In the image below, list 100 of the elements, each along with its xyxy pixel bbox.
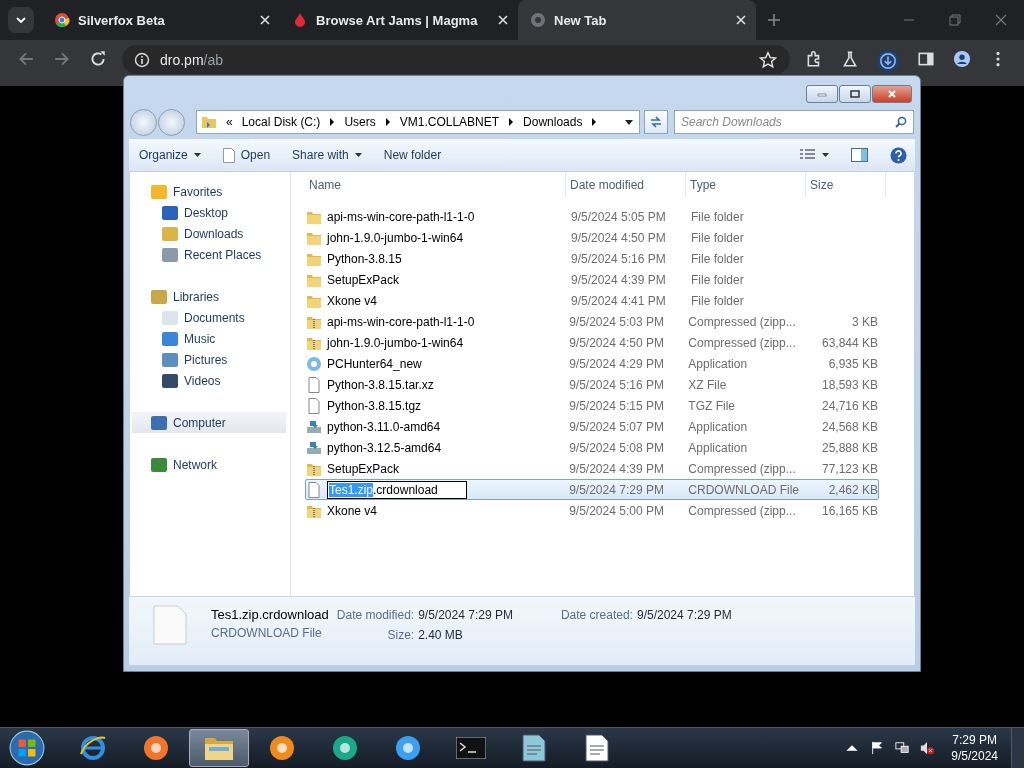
type-cell-text: File folder xyxy=(690,251,745,266)
column-header[interactable]: Type xyxy=(686,172,806,197)
nav-item[interactable]: Videos xyxy=(132,370,290,391)
clock[interactable]: 7:29 PM 9/5/2024 xyxy=(941,733,1008,763)
refresh-button[interactable] xyxy=(644,110,668,134)
breadcrumb-item[interactable]: « xyxy=(226,115,233,129)
rename-field[interactable]: Tes1.zip.crdownload xyxy=(327,480,467,499)
file-row[interactable]: Tes1.zip.crdownload 9/5/2024 7:29 PM CRDOWNLOAD File 2,462 KB xyxy=(305,479,879,500)
close-button[interactable] xyxy=(872,85,912,103)
minimize-button[interactable] xyxy=(806,85,838,103)
type-cell-text: Application xyxy=(687,356,749,371)
type-cell-text: TGZ File xyxy=(687,398,736,413)
nav-item[interactable]: Favorites xyxy=(132,181,290,202)
download-icon[interactable] xyxy=(877,50,899,72)
preview-pane-button[interactable] xyxy=(851,148,868,162)
breadcrumb-bar[interactable]: « Local Disk (C:) Users VM1.COLLABNET Downloads xyxy=(196,110,640,134)
column-header[interactable]: Date modified xyxy=(566,172,686,197)
tab-list-button[interactable] xyxy=(8,7,34,33)
date-cell-text: 9/5/2024 4:50 PM xyxy=(570,230,667,245)
file-row[interactable]: john-1.9.0-jumbo-1-win64 9/5/2024 4:50 PM File folder xyxy=(305,227,879,248)
nav-item[interactable]: Recent Places xyxy=(132,244,290,265)
nav-item[interactable]: Computer xyxy=(132,412,286,433)
date-cell-text: 9/5/2024 5:16 PM xyxy=(570,251,667,266)
file-name: api-ms-win-core-path-l1-1-0 xyxy=(327,209,475,224)
file-type: CRDOWNLOAD File xyxy=(211,626,323,640)
dropdown-arrow-icon[interactable] xyxy=(625,119,633,125)
forward-icon[interactable] xyxy=(53,50,71,68)
toolbar-button[interactable]: New folder xyxy=(383,148,442,162)
file-row[interactable]: api-ms-win-core-path-l1-1-0 9/5/2024 5:05 PM File folder xyxy=(305,206,879,227)
volume-muted-icon[interactable] xyxy=(920,741,935,755)
file-name: python-3.11.0-amd64 xyxy=(327,419,441,434)
date-cell-text: 9/5/2024 5:16 PM xyxy=(568,377,665,392)
file-row[interactable]: Xkone v4 9/5/2024 4:41 PM File folder xyxy=(305,290,879,311)
column-header[interactable]: Size xyxy=(806,172,886,197)
file-name: api-ms-win-core-path-l1-1-0 xyxy=(327,314,475,329)
date-cell-text: 9/5/2024 5:08 PM xyxy=(568,440,665,455)
browser-tab[interactable]: Browse Art Jams | Magma xyxy=(280,0,518,40)
file-row[interactable]: python-3.12.5-amd64 9/5/2024 5:08 PM Application 25,888 KB xyxy=(305,437,879,458)
file-row[interactable]: Python-3.8.15 9/5/2024 5:16 PM File folder xyxy=(305,248,879,269)
toolbar-button[interactable]: Share with xyxy=(292,148,362,162)
details-view-icon xyxy=(800,149,816,161)
breadcrumb-item[interactable]: Local Disk (C:) xyxy=(241,115,321,129)
nav-item[interactable]: Libraries xyxy=(132,286,290,307)
nav-item[interactable]: Desktop xyxy=(132,202,290,223)
chevron-right-icon[interactable] xyxy=(329,118,336,126)
file-row[interactable]: Python-3.8.15.tgz 9/5/2024 5:15 PM TGZ File 24,716 KB xyxy=(305,395,879,416)
chevron-right-icon[interactable] xyxy=(384,118,391,126)
size-cell-text: 18,593 KB xyxy=(820,377,878,392)
breadcrumb-item[interactable]: Users xyxy=(344,115,376,129)
profile-icon[interactable] xyxy=(953,50,971,68)
help-button[interactable] xyxy=(890,146,907,164)
new-tab-icon[interactable] xyxy=(768,14,780,26)
file-name: Xkone v4 xyxy=(327,503,378,518)
file-name: john-1.9.0-jumbo-1-win64 xyxy=(327,230,464,245)
restore-icon[interactable] xyxy=(949,14,961,26)
nav-item[interactable]: Downloads xyxy=(132,223,290,244)
nav-item[interactable]: Pictures xyxy=(132,349,290,370)
file-row[interactable]: api-ms-win-core-path-l1-1-0 9/5/2024 5:03 PM Compressed (zipp... 3 KB xyxy=(305,311,879,332)
reload-icon[interactable] xyxy=(89,50,107,68)
breadcrumb-item[interactable]: VM1.COLLABNET xyxy=(399,115,500,129)
maximize-button[interactable] xyxy=(839,85,871,103)
file-row[interactable]: Xkone v4 9/5/2024 5:00 PM Compressed (zipp... 16,165 KB xyxy=(305,500,879,521)
breadcrumb-item[interactable]: Downloads xyxy=(523,115,583,129)
flag-icon[interactable] xyxy=(870,741,885,755)
side-panel-icon[interactable] xyxy=(917,50,935,68)
column-header[interactable]: Name xyxy=(305,172,566,197)
nav-item[interactable]: Documents xyxy=(132,307,290,328)
preview-pane-icon xyxy=(851,148,868,162)
toolbar-button[interactable]: Organize xyxy=(139,148,201,162)
date-cell-text: 9/5/2024 4:39 PM xyxy=(568,461,665,476)
date-cell-text: 9/5/2024 5:05 PM xyxy=(570,209,667,224)
file-row[interactable]: Python-3.8.15.tar.xz 9/5/2024 5:16 PM XZ File 18,593 KB xyxy=(305,374,879,395)
size-cell-text: 3 KB xyxy=(851,314,878,329)
type-cell-text: File folder xyxy=(690,293,745,308)
nav-item[interactable]: Music xyxy=(132,328,290,349)
toolbar-button[interactable]: Open xyxy=(222,147,271,163)
file-row[interactable]: john-1.9.0-jumbo-1-win64 9/5/2024 4:50 PM Compressed (zipp... 63,844 KB xyxy=(305,332,879,353)
file-name: PCHunter64_new xyxy=(327,356,422,371)
back-icon[interactable] xyxy=(17,50,35,68)
type-cell-text: Application xyxy=(687,419,749,434)
chevron-right-icon[interactable] xyxy=(591,118,598,126)
file-row[interactable]: SetupExPack 9/5/2024 4:39 PM File folder xyxy=(305,269,879,290)
flask-icon[interactable] xyxy=(841,50,859,68)
file-row[interactable]: PCHunter64_new 9/5/2024 4:29 PM Application 6,935 KB xyxy=(305,353,879,374)
search-field[interactable]: Search Downloads xyxy=(674,110,914,134)
browser-tab[interactable]: New Tab xyxy=(518,0,756,40)
date-cell-text: 9/5/2024 5:00 PM xyxy=(568,503,665,518)
file-row[interactable]: SetupExPack 9/5/2024 4:39 PM Compressed (zipp... 77,123 KB xyxy=(305,458,879,479)
start-button[interactable] xyxy=(8,729,46,767)
date-cell-text: 9/5/2024 5:03 PM xyxy=(568,314,665,329)
dropdown-arrow-icon xyxy=(354,153,362,157)
browser-tab[interactable]: Silverfox Beta xyxy=(42,0,280,40)
type-cell-text: XZ File xyxy=(687,377,728,392)
file-row[interactable]: python-3.11.0-amd64 9/5/2024 5:07 PM Application 24,568 KB xyxy=(305,416,879,437)
view-options-button[interactable] xyxy=(800,149,829,161)
type-cell-text: Compressed (zipp... xyxy=(687,503,797,518)
type-cell-text: Compressed (zipp... xyxy=(687,314,797,329)
chevron-right-icon[interactable] xyxy=(508,118,515,126)
address-bar[interactable]: dro.pm/ab xyxy=(122,45,790,74)
nav-item[interactable]: Network xyxy=(132,454,290,475)
